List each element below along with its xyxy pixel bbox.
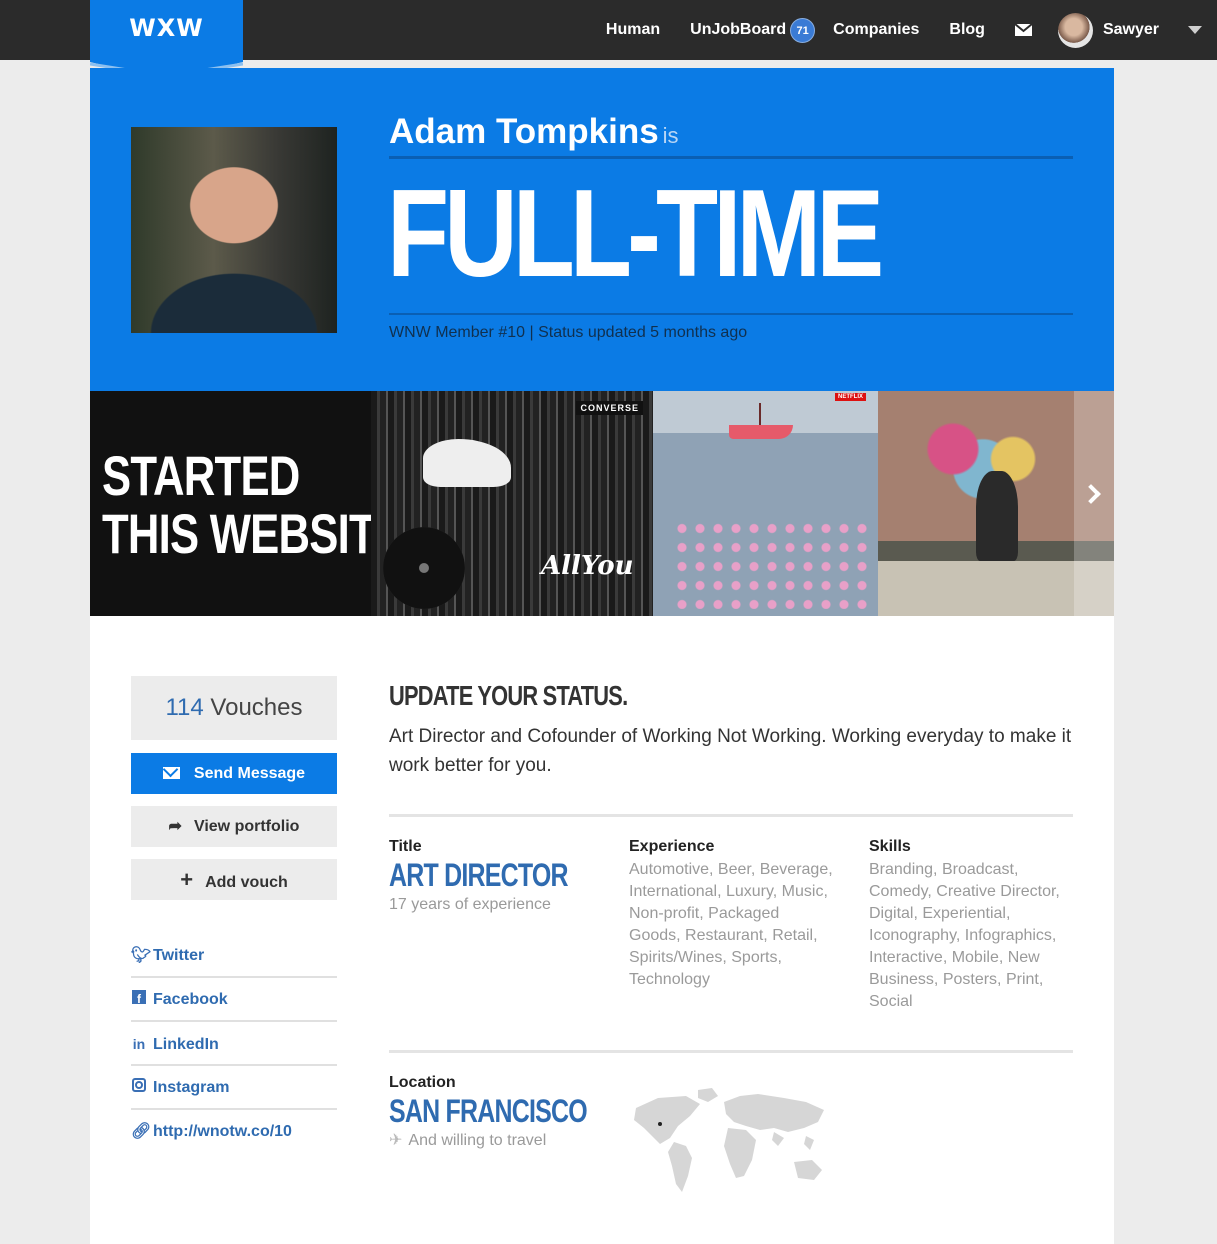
gallery-item-netflix[interactable]: NETFLIX xyxy=(653,391,878,616)
avatar xyxy=(1057,12,1093,48)
user-menu[interactable]: Sawyer xyxy=(1057,12,1217,48)
social-link-facebook[interactable]: f Facebook xyxy=(131,978,337,1022)
update-status-link[interactable]: UPDATE YOUR STATUS. xyxy=(389,680,628,712)
profile-hero: Adam Tompkins is FULL-TIME WNW Member #10… xyxy=(90,68,1114,391)
chevron-right-icon xyxy=(1081,484,1101,504)
send-message-button[interactable]: Send Message xyxy=(131,753,337,794)
add-vouch-button[interactable]: + Add vouch xyxy=(131,859,337,900)
twitter-label: Twitter xyxy=(153,947,205,964)
nav-human-label: Human xyxy=(605,21,661,38)
view-portfolio-button[interactable]: ➦ View portfolio xyxy=(131,806,337,847)
travel-note-label: And willing to travel xyxy=(408,1132,547,1149)
unjobboard-count-badge: 71 xyxy=(790,17,816,43)
nav-unjobboard-label: UnJobBoard xyxy=(690,21,787,38)
skills-label: Skills xyxy=(869,838,911,855)
member-meta: WNW Member #10 | Status updated 5 months… xyxy=(389,324,748,341)
location-column: Location SAN FRANCISCO ✈ And willing to t… xyxy=(389,1074,643,1152)
divider xyxy=(389,1050,1073,1053)
logo-text: WXW xyxy=(129,14,204,42)
profile-name: Adam Tompkins xyxy=(389,112,659,151)
main-nav: Human UnJobBoard 71 Companies Blog Sawye… xyxy=(576,0,1217,60)
location-marker xyxy=(658,1122,662,1126)
gallery-next-button[interactable] xyxy=(1074,391,1114,616)
send-message-label: Send Message xyxy=(193,765,306,782)
gallery-caption-line2: THIS WEBSITE xyxy=(102,502,404,565)
facebook-label: Facebook xyxy=(153,991,228,1008)
experience-years: 17 years of experience xyxy=(389,896,551,913)
gallery-item-converse[interactable]: CONVERSE AllYou xyxy=(371,391,653,616)
nav-human[interactable]: Human xyxy=(606,21,660,39)
instagram-icon xyxy=(131,1066,147,1110)
social-link-twitter[interactable]: 🐦︎ Twitter xyxy=(131,934,337,978)
gallery-caption-line1: STARTED xyxy=(102,444,300,507)
is-label: is xyxy=(662,123,679,148)
linkedin-label: LinkedIn xyxy=(153,1036,219,1053)
linkedin-icon: in xyxy=(132,1036,146,1052)
share-arrow-icon: ➦ xyxy=(168,818,182,835)
boat-mast xyxy=(759,403,761,427)
profile-name-line: Adam Tompkins is xyxy=(389,112,679,152)
view-portfolio-label: View portfolio xyxy=(193,818,300,835)
plus-icon: + xyxy=(180,867,194,892)
add-vouch-label: Add vouch xyxy=(205,874,288,891)
title-value: ART DIRECTOR xyxy=(389,857,569,893)
social-link-linkedin[interactable]: in LinkedIn xyxy=(131,1022,337,1066)
skills-tags: Branding, Broadcast, Comedy, Creative Di… xyxy=(869,861,1060,1010)
nav-companies-label: Companies xyxy=(833,21,920,38)
allyou-script: AllYou xyxy=(541,551,634,581)
mail-icon[interactable] xyxy=(1014,24,1032,36)
converse-logo: CONVERSE xyxy=(576,401,643,415)
website-label: http://wnotw.co/10 xyxy=(153,1123,292,1140)
experience-tags: Automotive, Beer, Beverage, Internationa… xyxy=(629,861,833,988)
skills-column: Skills Branding, Broadcast, Comedy, Crea… xyxy=(869,838,1074,1013)
world-map xyxy=(634,1088,824,1192)
vouch-number: 114 xyxy=(165,694,204,721)
person-image xyxy=(976,471,1018,561)
link-icon: 🔗︎ xyxy=(131,1123,152,1140)
bio-text: Art Director and Cofounder of Working No… xyxy=(389,726,1072,776)
divider xyxy=(389,313,1073,315)
nav-unjobboard[interactable]: UnJobBoard 71 xyxy=(690,17,816,43)
availability-status: FULL-TIME xyxy=(387,165,884,303)
sneaker-image xyxy=(423,439,511,487)
title-column: Title ART DIRECTOR 17 years of experienc… xyxy=(389,838,618,916)
experience-label: Experience xyxy=(629,838,715,855)
profile-card: Adam Tompkins is FULL-TIME WNW Member #10… xyxy=(90,68,1114,1244)
divider xyxy=(389,156,1073,159)
experience-column: Experience Automotive, Beer, Beverage, I… xyxy=(629,838,834,991)
profile-photo xyxy=(131,127,337,333)
space-invaders-pattern xyxy=(673,519,869,609)
instagram-label: Instagram xyxy=(153,1079,230,1096)
top-navigation-bar: WXW Human UnJobBoard 71 Companies Blog S… xyxy=(0,0,1217,80)
nav-companies[interactable]: Companies xyxy=(833,21,919,39)
turntable-image xyxy=(383,527,465,609)
nav-blog[interactable]: Blog xyxy=(949,21,985,39)
twitter-icon: 🐦︎ xyxy=(131,947,152,964)
gallery-caption: STARTED THIS WEBSITE xyxy=(102,444,404,565)
gallery-item-started-website[interactable]: STARTED THIS WEBSITE xyxy=(90,391,404,616)
mail-icon xyxy=(162,767,180,779)
boat-image xyxy=(729,425,793,439)
facebook-icon: f xyxy=(131,978,147,1022)
vouch-label: Vouches xyxy=(210,694,303,721)
travel-note: ✈ And willing to travel xyxy=(389,1130,643,1152)
nav-blog-label: Blog xyxy=(949,21,985,38)
airplane-icon: ✈ xyxy=(389,1132,403,1149)
netflix-logo: NETFLIX xyxy=(835,393,866,401)
chevron-down-icon[interactable] xyxy=(1188,26,1202,34)
user-name: Sawyer xyxy=(1102,21,1159,38)
title-label: Title xyxy=(389,838,422,855)
location-label: Location xyxy=(389,1074,456,1091)
divider xyxy=(389,814,1073,817)
portfolio-gallery: STARTED THIS WEBSITE CONVERSE AllYou NET… xyxy=(90,391,1114,616)
social-link-website[interactable]: 🔗︎ http://wnotw.co/10 xyxy=(131,1110,337,1154)
location-value: SAN FRANCISCO xyxy=(389,1093,588,1129)
vouch-count: 114 Vouches xyxy=(131,676,337,740)
social-link-instagram[interactable]: Instagram xyxy=(131,1066,337,1110)
